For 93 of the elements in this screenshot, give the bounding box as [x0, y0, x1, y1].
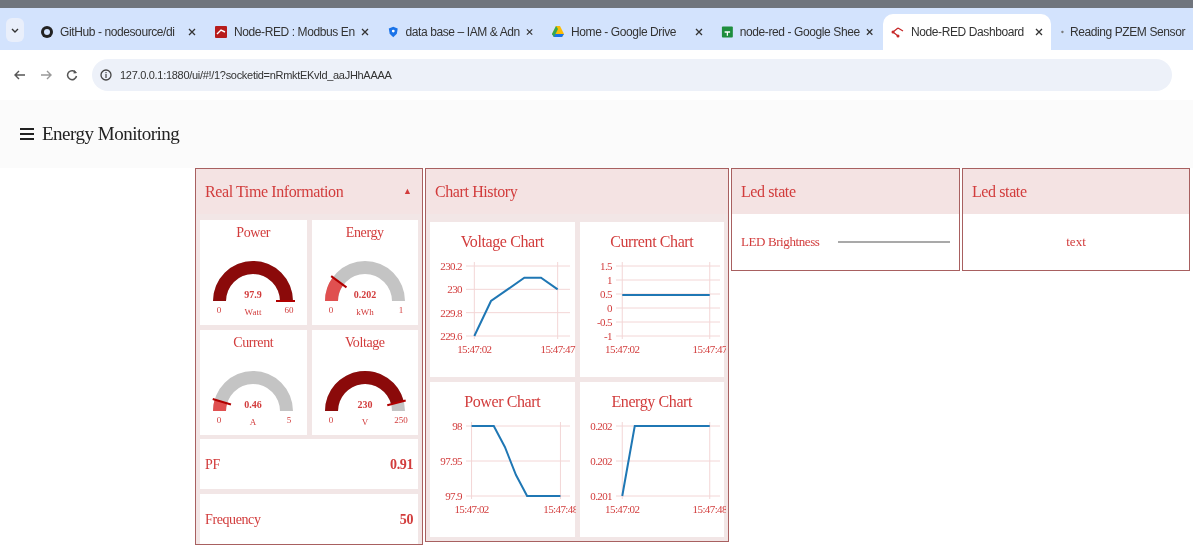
collapse-icon[interactable]: ▲: [403, 184, 412, 199]
gauge-min: 0: [328, 305, 333, 315]
chart-title: Current Chart: [610, 232, 694, 252]
square-icon: [214, 25, 228, 39]
x-tick-label: 15:47:02: [604, 343, 640, 355]
chevron-down-icon: [11, 27, 19, 33]
x-tick-label: 15:47:02: [604, 503, 640, 515]
group-title: Chart History: [435, 181, 518, 203]
y-tick-label: 0.5: [599, 288, 612, 300]
y-tick-label: -1: [603, 330, 612, 342]
shield-icon: [387, 25, 400, 39]
y-tick-label: 230.2: [440, 260, 463, 272]
tab-title: node-red - Google Shee: [739, 24, 860, 41]
reading-label: Frequency: [205, 510, 261, 529]
page-title: Energy Monitoring: [42, 121, 180, 146]
gauge-title: Current: [233, 334, 274, 352]
y-tick-label: 0.202: [590, 455, 612, 467]
x-tick-label: 15:47:47: [692, 343, 726, 355]
y-tick-label: -0.5: [596, 316, 612, 328]
back-icon[interactable]: [14, 70, 26, 80]
close-icon[interactable]: [1035, 28, 1043, 36]
flow-icon: [891, 25, 905, 39]
browser-tab[interactable]: node-red - Google Shee: [713, 14, 881, 50]
y-tick-label: 229.6: [440, 330, 463, 342]
group-title: Led state: [972, 181, 1027, 202]
tab-title: Node-RED : Modbus En: [234, 24, 355, 41]
gauge-unit: kWh: [356, 307, 374, 317]
gauge-value: 0.46: [244, 399, 262, 410]
reload-icon[interactable]: [66, 69, 78, 81]
info-icon[interactable]: [100, 69, 112, 81]
gauge-unit: Watt: [244, 307, 262, 317]
chart-title: Voltage Chart: [460, 232, 544, 253]
close-icon[interactable]: [865, 28, 873, 36]
reading-label: PF: [205, 455, 220, 474]
gauge-min: 0: [328, 415, 333, 425]
gauge-value: 0.202: [353, 289, 376, 300]
close-icon[interactable]: [361, 28, 369, 36]
y-tick-label: 0.201: [590, 490, 612, 502]
address-bar[interactable]: 127.0.0.1:1880/ui/#!/1?socketid=nRmktEKvld_aaJHhAAAA: [92, 59, 1172, 91]
group-title: Real Time Information: [205, 181, 344, 202]
url-text: 127.0.0.1:1880/ui/#!/1?socketid=nRmktEKvld_aaJHhAAAA: [120, 67, 392, 83]
reading-value: 50: [399, 510, 413, 529]
reading-value: 0.91: [390, 455, 413, 474]
text-output: text: [1066, 233, 1086, 252]
browser-tab[interactable]: GitHub - nodesource/di: [32, 14, 204, 50]
group-title: Led state: [741, 181, 796, 202]
tab-list-button[interactable]: [6, 18, 24, 42]
sheet-icon: [721, 25, 734, 39]
y-tick-label: 230: [447, 283, 463, 296]
y-tick-label: 97.95: [440, 455, 463, 467]
tab-title: Home - Google Drive: [571, 24, 678, 41]
gauge-max: 1: [398, 305, 403, 315]
tab-title: GitHub - nodesource/di: [60, 24, 176, 41]
close-icon[interactable]: [525, 28, 533, 36]
browser-tab[interactable]: Reading PZEM Sensor: [1053, 14, 1193, 50]
browser-tab[interactable]: data base – IAM & Adn: [379, 14, 541, 50]
chart-title: Energy Chart: [611, 392, 693, 413]
y-tick-label: 97.9: [445, 490, 463, 502]
x-tick-label: 15:47:48: [692, 503, 726, 515]
chart-title: Power Chart: [464, 392, 541, 412]
close-icon[interactable]: [188, 28, 196, 36]
gauge-unit: A: [250, 417, 257, 427]
tab-title: data base – IAM & Adn: [405, 24, 520, 41]
gauge-max: 60: [284, 305, 294, 315]
x-tick-label: 15:47:47: [540, 343, 576, 355]
close-icon[interactable]: [695, 28, 703, 36]
browser-tab[interactable]: Home - Google Drive: [543, 14, 711, 50]
browser-tab[interactable]: Node-RED : Modbus En: [206, 14, 377, 50]
slider-label: LED Brightness: [741, 233, 820, 252]
triangle-icon: [551, 25, 565, 39]
gauge-title: Energy: [345, 224, 384, 242]
gauge-max: 5: [287, 415, 292, 425]
y-tick-label: 229.8: [440, 306, 463, 319]
gauge-max: 250: [394, 415, 408, 425]
gauge-value: 230: [357, 399, 373, 410]
browser-tab[interactable]: Node-RED Dashboard: [883, 14, 1051, 50]
gauge-value: 97.9: [244, 289, 262, 300]
x-tick-label: 15:47:02: [454, 503, 489, 515]
tab-title: Node-RED Dashboard: [911, 24, 1025, 41]
tab-title: Reading PZEM Sensor: [1069, 24, 1185, 41]
gauge-title: Voltage: [344, 334, 385, 352]
gauge-min: 0: [217, 305, 222, 315]
y-tick-label: 0: [606, 302, 612, 314]
gauge-title: Power: [236, 224, 271, 242]
gauge-min: 0: [217, 415, 222, 425]
y-tick-label: 1.5: [599, 260, 612, 272]
gauge-unit: V: [361, 417, 368, 427]
x-tick-label: 15:47:02: [457, 343, 492, 355]
y-tick-label: 1: [606, 274, 612, 286]
forward-icon[interactable]: [40, 70, 52, 80]
menu-icon[interactable]: [20, 128, 34, 140]
y-tick-label: 0.202: [590, 420, 612, 432]
y-tick-label: 98: [452, 420, 463, 432]
